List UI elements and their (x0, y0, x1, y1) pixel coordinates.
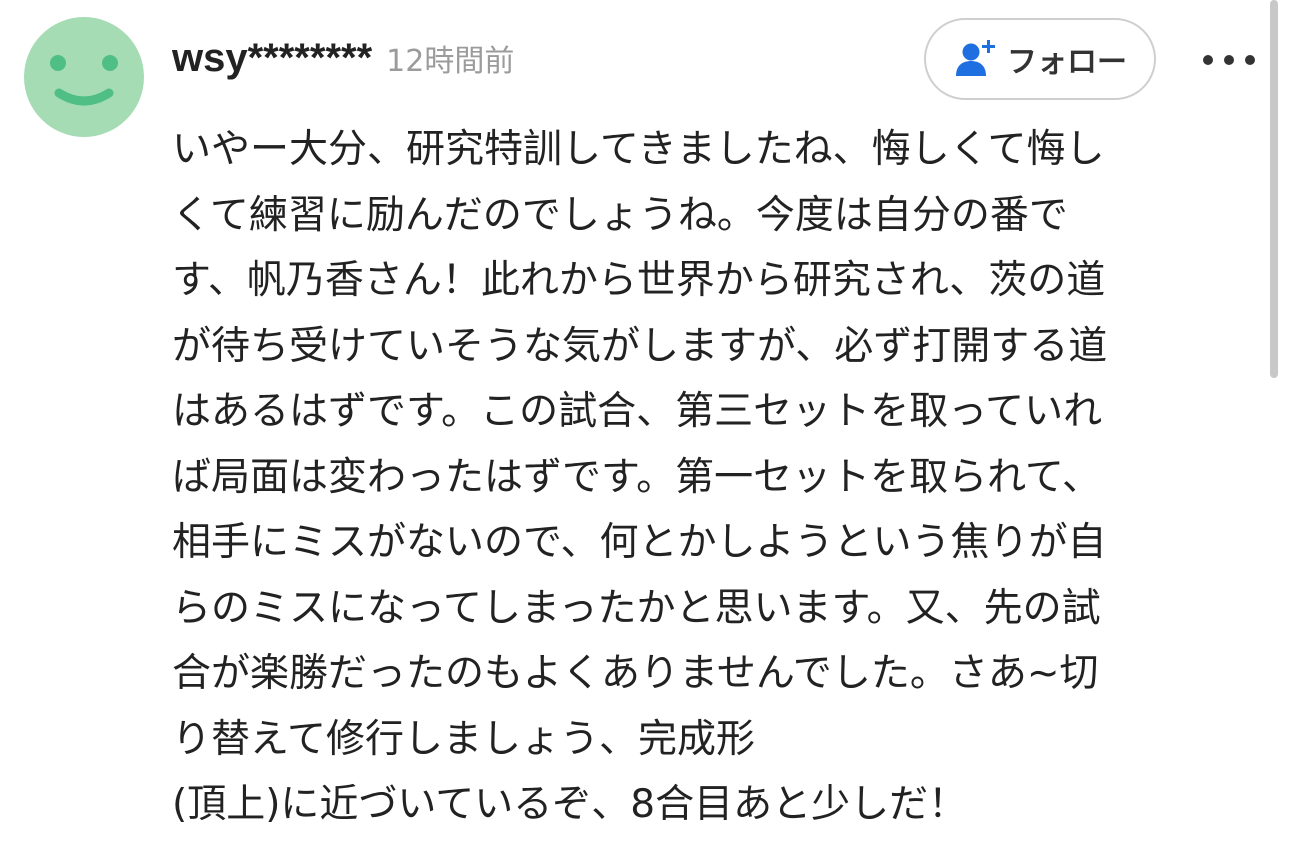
follow-label: フォロー (1007, 45, 1127, 80)
comment-line: 相手にミスがないので、何とかしようという焦りが自 (172, 520, 1107, 565)
more-options-button[interactable] (1196, 40, 1262, 80)
scrollbar-thumb[interactable] (1270, 0, 1278, 378)
comment-line: はあるはずです。この試合、第三セットを取っていれ (172, 389, 1103, 434)
user-avatar[interactable] (24, 17, 144, 137)
more-dots-icon (1203, 55, 1255, 65)
comment-card: wsy******** 12時間前 フォロー いやー大分、研究特訓してきましたね… (0, 0, 1290, 853)
comment-line: す、帆乃香さん！此れから世界から研究され、茨の道 (172, 258, 1106, 303)
comment-line: ば局面は変わったはずです。第一セットを取られて、 (172, 454, 1101, 500)
person-add-icon (956, 40, 995, 76)
timestamp: 12時間前 (386, 44, 515, 79)
comment-line: (頂上)に近づいているぞ、8合目あと少しだ！ (172, 782, 968, 827)
comment-body: いやー大分、研究特訓してきましたね、悔しくて悔し くて練習に励んだのでしょうね。… (172, 117, 1262, 838)
comment-header: wsy******** 12時間前 (172, 36, 514, 86)
comment-line: 合が楽勝だったのもよくありませんでした。さあ~切 (172, 651, 1099, 696)
comment-line: くて練習に励んだのでしょうね。今度は自分の番で (172, 192, 1068, 238)
comment-line: いやー大分、研究特訓してきましたね、悔しくて悔し (172, 127, 1105, 172)
smiley-face-icon (50, 55, 118, 106)
comment-line: らのミスになってしまったかと思います。又、先の試 (172, 585, 1101, 631)
comment-line: り替えて修行しましょう、完成形 (172, 716, 756, 762)
username[interactable]: wsy******** (172, 36, 372, 81)
comment-line: が待ち受けていそうな気がしますが、必ず打開する道 (172, 323, 1108, 369)
follow-button[interactable]: フォロー (924, 18, 1156, 100)
